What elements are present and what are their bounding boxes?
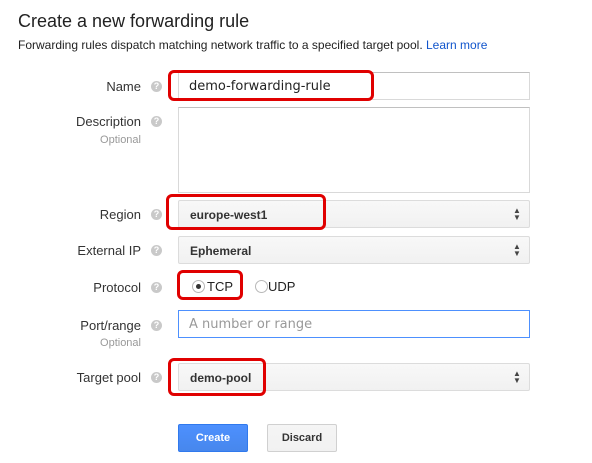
learn-more-link[interactable]: Learn more bbox=[426, 38, 487, 52]
help-icon[interactable]: ? bbox=[151, 282, 162, 293]
name-field[interactable]: demo-forwarding-rule bbox=[178, 72, 530, 100]
udp-radio[interactable] bbox=[255, 280, 268, 293]
target-pool-value: demo-pool bbox=[190, 371, 252, 385]
page-subtitle: Forwarding rules dispatch matching netwo… bbox=[18, 38, 487, 52]
region-label: Region bbox=[99, 207, 141, 222]
create-button[interactable]: Create bbox=[178, 424, 248, 452]
discard-button[interactable]: Discard bbox=[267, 424, 337, 452]
udp-label[interactable]: UDP bbox=[268, 279, 295, 294]
help-icon[interactable]: ? bbox=[151, 81, 162, 92]
description-field[interactable] bbox=[178, 107, 530, 193]
port-range-field[interactable]: A number or range bbox=[178, 310, 530, 338]
port-range-optional: Optional bbox=[100, 337, 141, 349]
tcp-radio[interactable] bbox=[192, 280, 205, 293]
protocol-label: Protocol bbox=[93, 280, 141, 295]
tcp-label[interactable]: TCP bbox=[207, 279, 233, 294]
region-select[interactable]: europe-west1 ▲ ▼ bbox=[178, 200, 530, 228]
description-optional: Optional bbox=[100, 134, 141, 146]
page-title: Create a new forwarding rule bbox=[18, 11, 250, 31]
subtitle-text: Forwarding rules dispatch matching netwo… bbox=[18, 38, 423, 52]
target-pool-select[interactable]: demo-pool ▲ ▼ bbox=[178, 363, 530, 391]
name-value: demo-forwarding-rule bbox=[189, 79, 331, 94]
help-icon[interactable]: ? bbox=[151, 245, 162, 256]
port-range-label: Port/range bbox=[80, 318, 141, 333]
help-icon[interactable]: ? bbox=[151, 116, 162, 127]
external-ip-value: Ephemeral bbox=[190, 244, 252, 258]
region-value: europe-west1 bbox=[190, 208, 268, 222]
select-arrows-icon: ▲ ▼ bbox=[513, 369, 521, 385]
port-range-placeholder: A number or range bbox=[189, 317, 313, 332]
help-icon[interactable]: ? bbox=[151, 209, 162, 220]
external-ip-label: External IP bbox=[77, 243, 141, 258]
select-arrows-icon: ▲ ▼ bbox=[513, 206, 521, 222]
target-pool-label: Target pool bbox=[76, 370, 141, 385]
help-icon[interactable]: ? bbox=[151, 320, 162, 331]
external-ip-select[interactable]: Ephemeral ▲ ▼ bbox=[178, 236, 530, 264]
description-label: Description bbox=[75, 114, 141, 129]
select-arrows-icon: ▲ ▼ bbox=[513, 242, 521, 258]
name-label: Name bbox=[106, 79, 141, 94]
help-icon[interactable]: ? bbox=[151, 372, 162, 383]
